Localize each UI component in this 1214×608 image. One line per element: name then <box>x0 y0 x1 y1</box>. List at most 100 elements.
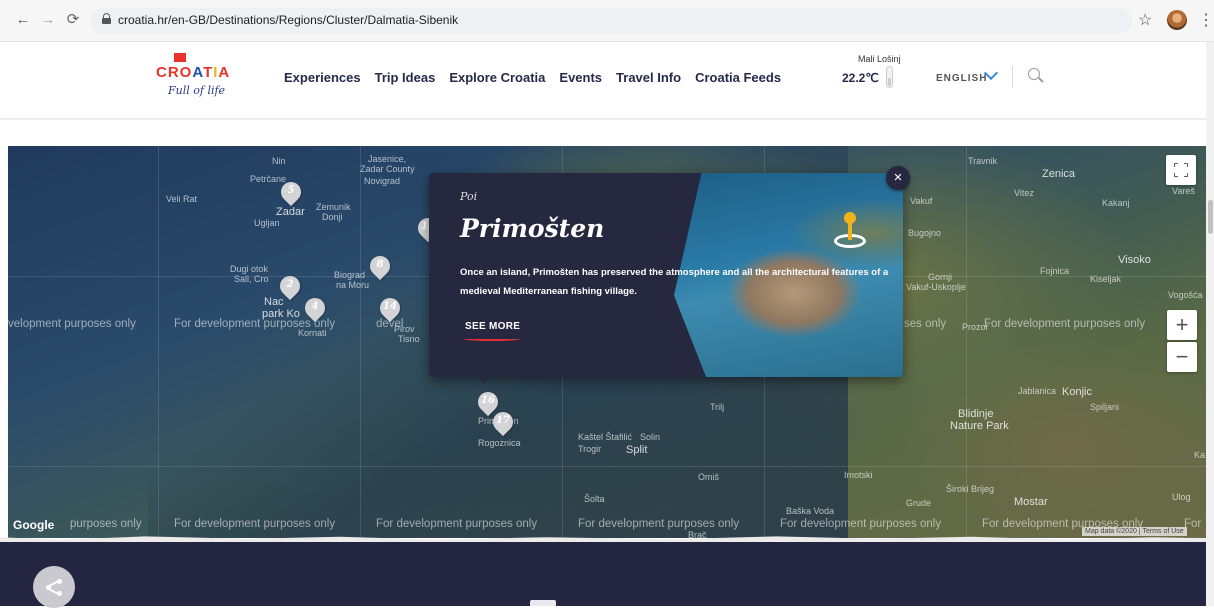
weather-temperature: 22.2℃ <box>842 71 879 85</box>
share-button[interactable] <box>33 566 75 608</box>
map-place-label: Pirov <box>394 324 415 334</box>
map-place-label: Biograd <box>334 270 366 280</box>
map-grid-line <box>158 146 159 538</box>
map-place-label: Jasenice, <box>368 154 407 164</box>
map-place-label: Kornati <box>298 328 327 338</box>
lock-icon <box>102 13 111 24</box>
map-place-label: Fojnica <box>1040 266 1070 276</box>
map-marker[interactable]: 14 <box>375 293 405 324</box>
google-logo[interactable]: Google <box>13 518 54 532</box>
main-nav: Experiences Trip Ideas Explore Croatia E… <box>284 70 781 85</box>
map-marker[interactable]: 2 <box>275 271 305 302</box>
map-place-label: Vareš <box>1172 186 1195 196</box>
dev-watermark: For development purposes only <box>174 518 336 530</box>
map-grid-line <box>966 146 967 538</box>
map-place-label: Široki Brijeg <box>946 484 995 494</box>
map-place-label: Bugojno <box>908 228 942 238</box>
reload-button[interactable]: ⟳ <box>64 11 82 29</box>
fullscreen-button[interactable] <box>1166 155 1196 185</box>
map-place-label: Grude <box>906 498 932 508</box>
map-place-label: Rogoznica <box>478 438 521 448</box>
map-place-label: Kakanj <box>1102 198 1130 208</box>
map-place-label: Travnik <box>968 156 998 166</box>
map-place-label: Donji <box>322 212 343 222</box>
map-attribution[interactable]: Map data ©2020 | Terms of Use <box>1082 527 1187 536</box>
logo-flag-icon <box>174 53 186 62</box>
thermometer-icon <box>886 66 893 88</box>
map-place-label: Omiš <box>698 472 719 482</box>
dev-watermark: ses only <box>904 318 947 330</box>
map-place-label: Vakuf-Uskoplje <box>906 282 966 292</box>
map-pin-target-icon <box>830 212 870 252</box>
map-place-label: Nin <box>272 156 286 166</box>
profile-avatar[interactable] <box>1167 10 1187 30</box>
map-place-label: Mostar <box>1014 496 1048 508</box>
see-more-underline <box>464 337 520 341</box>
dev-watermark: For development purposes only <box>984 318 1146 330</box>
map-place-label: Novigrad <box>364 176 401 186</box>
map-place-label: Split <box>626 444 648 456</box>
language-selector[interactable]: ENGLISH <box>936 73 987 84</box>
croatia-logo[interactable]: CROATIA Full of life <box>150 51 240 107</box>
popup-description: Once an island, Primošten has preserved … <box>460 267 889 297</box>
map-grid-line <box>360 146 361 538</box>
share-icon <box>45 578 63 596</box>
zoom-out-button[interactable]: − <box>1167 342 1197 372</box>
page-scrollbar[interactable] <box>1206 42 1214 606</box>
map-place-label: Konjic <box>1062 386 1092 398</box>
footer-band <box>0 540 1214 606</box>
map-place-label: Zadar County <box>360 164 415 174</box>
dev-watermark: purposes only <box>70 518 142 530</box>
map-place-label: Gornji <box>928 272 953 282</box>
map-marker[interactable]: 5 <box>276 177 306 208</box>
map-marker[interactable]: 8 <box>365 251 395 282</box>
map-place-label: Brač <box>688 530 707 538</box>
map-place-label: Solin <box>640 432 661 442</box>
see-more-link[interactable]: SEE MORE <box>465 321 520 332</box>
map-place-label: Vakuf <box>910 196 933 206</box>
map-place-label: Ulog <box>1172 492 1191 502</box>
nav-events[interactable]: Events <box>559 70 602 85</box>
map-place-label: Baška Voda <box>786 506 835 516</box>
dev-watermark: For development purposes only <box>780 518 942 530</box>
nav-trip-ideas[interactable]: Trip Ideas <box>375 70 436 85</box>
back-button[interactable]: ← <box>14 11 32 29</box>
nav-croatia-feeds[interactable]: Croatia Feeds <box>695 70 781 85</box>
map-place-label: Ka <box>1194 450 1206 460</box>
logo-slogan: Full of life <box>168 84 226 97</box>
map-place-label: Ugljan <box>254 218 280 228</box>
dev-watermark: velopment purposes only <box>8 318 136 330</box>
search-icon[interactable] <box>1028 68 1044 84</box>
nav-experiences[interactable]: Experiences <box>284 70 361 85</box>
map-place-label: Sali, Cro <box>234 274 269 284</box>
nav-explore-croatia[interactable]: Explore Croatia <box>449 70 545 85</box>
url-text[interactable]: croatia.hr/en-GB/Destinations/Regions/Cl… <box>118 13 458 27</box>
map-place-label: Trogir <box>578 444 602 454</box>
map-place-label: Trilj <box>710 402 725 412</box>
map-place-label: Visoko <box>1118 254 1151 266</box>
map-marker[interactable]: 17 <box>488 407 518 438</box>
map-place-label: Jablanica <box>1018 386 1057 396</box>
bookmark-star-icon[interactable]: ☆ <box>1138 10 1152 30</box>
close-popup-button[interactable]: × <box>886 166 910 190</box>
map-place-label: Imotski <box>844 470 873 480</box>
logo-word: CROATIA <box>156 64 231 81</box>
map-place-label: Šolta <box>584 494 605 504</box>
nav-travel-info[interactable]: Travel Info <box>616 70 681 85</box>
map-place-label: Blidinje <box>958 408 994 420</box>
map-place-label: Kiseljak <box>1090 274 1122 284</box>
map-marker[interactable]: 4 <box>300 293 330 324</box>
menu-kebab-icon[interactable]: ⋮ <box>1198 10 1214 30</box>
map-place-label: Vitez <box>1014 188 1034 198</box>
dev-watermark: For development purposes only <box>376 518 538 530</box>
map-place-label: park Ko <box>262 308 300 320</box>
zoom-in-button[interactable]: + <box>1167 310 1197 340</box>
map-grid-line <box>8 466 1206 467</box>
map-place-label: Kaštel Štafilić <box>578 432 633 442</box>
footer-tab[interactable] <box>530 600 556 606</box>
scrollbar-thumb[interactable] <box>1208 200 1213 234</box>
header-divider <box>1012 66 1013 88</box>
map-place-label: Spiljani <box>1090 402 1120 412</box>
forward-button[interactable]: → <box>39 11 57 29</box>
map-place-label: na Moru <box>336 280 370 290</box>
